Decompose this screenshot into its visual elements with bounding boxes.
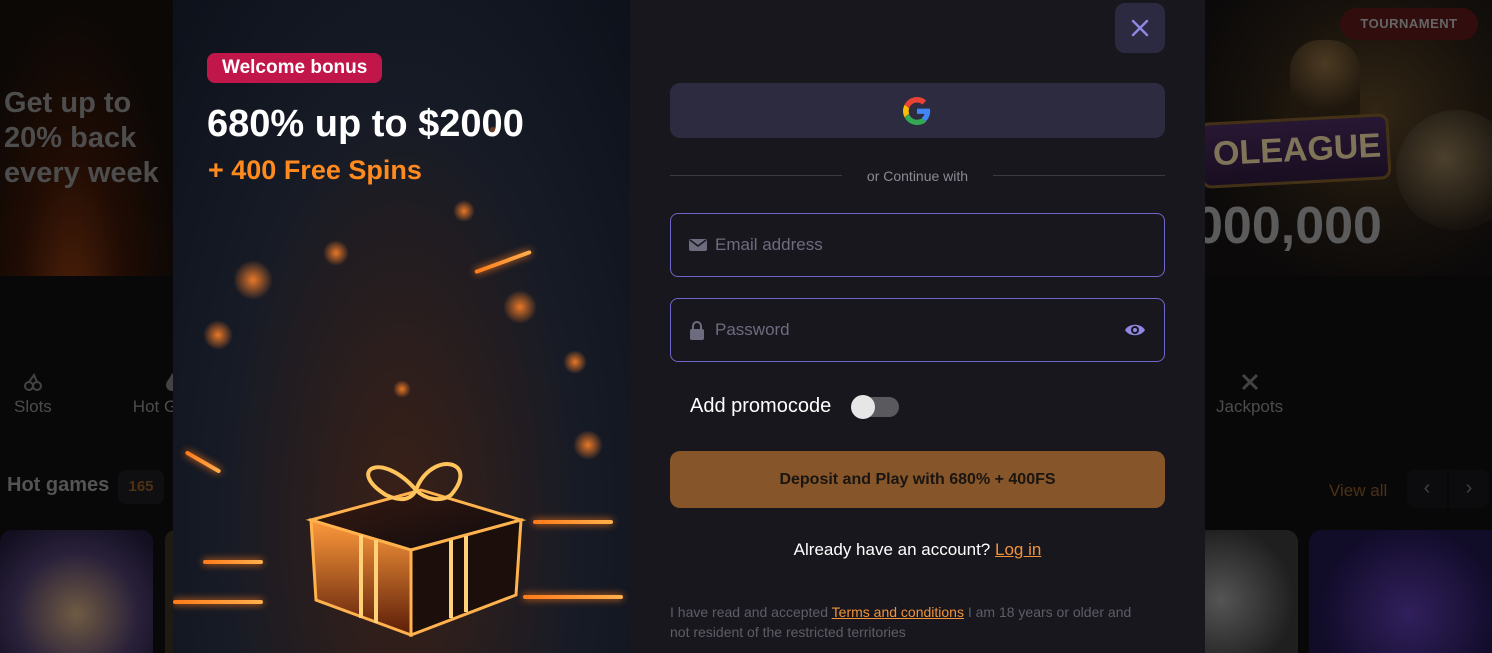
close-button[interactable] bbox=[1115, 3, 1165, 53]
eye-icon[interactable] bbox=[1124, 321, 1146, 339]
circuit-trace bbox=[203, 560, 263, 564]
email-input[interactable] bbox=[715, 214, 1115, 276]
lock-icon bbox=[690, 321, 704, 340]
password-input[interactable] bbox=[715, 299, 1115, 361]
circuit-trace bbox=[474, 249, 532, 275]
promocode-label: Add promocode bbox=[690, 395, 832, 417]
promocode-toggle[interactable] bbox=[851, 395, 899, 419]
bonus-panel: Welcome bonus 680% up to $2000 + 400 Fre… bbox=[173, 0, 630, 653]
continue-divider: or Continue with bbox=[670, 166, 1165, 186]
circuit-trace bbox=[533, 520, 613, 524]
circuit-trace bbox=[173, 600, 263, 604]
password-field[interactable] bbox=[670, 298, 1165, 362]
terms-link[interactable]: Terms and conditions bbox=[832, 604, 964, 620]
bokeh-light bbox=[233, 260, 273, 300]
bokeh-light bbox=[203, 320, 233, 350]
envelope-icon bbox=[689, 239, 707, 251]
account-prompt-text: Already have an account? bbox=[793, 540, 991, 559]
email-field[interactable] bbox=[670, 213, 1165, 277]
bokeh-light bbox=[453, 200, 475, 222]
welcome-bonus-badge: Welcome bonus bbox=[207, 53, 383, 83]
close-icon bbox=[1131, 19, 1149, 37]
login-prompt: Already have an account? Log in bbox=[630, 540, 1205, 560]
divider-line bbox=[993, 175, 1165, 176]
bokeh-light bbox=[563, 350, 587, 374]
bokeh-light bbox=[503, 290, 537, 324]
google-icon bbox=[903, 97, 931, 125]
bonus-free-spins: + 400 Free Spins bbox=[208, 155, 422, 185]
gift-box-illustration bbox=[305, 462, 527, 638]
circuit-trace bbox=[523, 595, 623, 599]
terms-notice: I have read and accepted Terms and condi… bbox=[670, 602, 1150, 642]
bokeh-light bbox=[393, 380, 411, 398]
deposit-and-play-button[interactable]: Deposit and Play with 680% + 400FS bbox=[670, 451, 1165, 508]
terms-prefix: I have read and accepted bbox=[670, 604, 829, 620]
signup-form-panel: or Continue with Add promocode Deposit a… bbox=[630, 0, 1205, 653]
bokeh-light bbox=[323, 240, 349, 266]
google-signin-button[interactable] bbox=[670, 83, 1165, 138]
circuit-trace bbox=[184, 450, 222, 474]
bokeh-light bbox=[573, 430, 603, 460]
divider-text: or Continue with bbox=[866, 168, 969, 184]
login-link[interactable]: Log in bbox=[995, 540, 1041, 559]
bonus-headline: 680% up to $2000 bbox=[207, 103, 524, 145]
toggle-knob bbox=[851, 395, 875, 419]
page: Get up to 20% back every week TOURNAMENT… bbox=[0, 0, 1492, 653]
